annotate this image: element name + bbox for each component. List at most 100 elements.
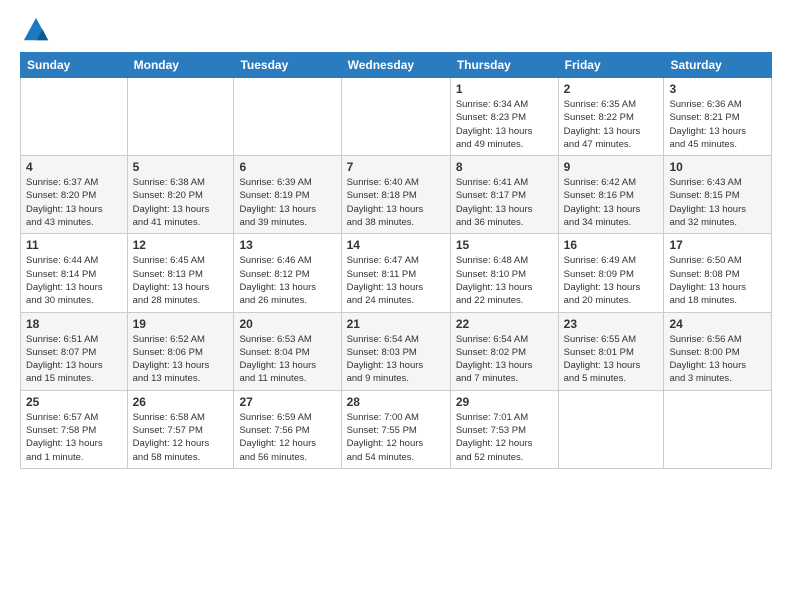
day-number: 3 <box>669 82 766 96</box>
day-number: 5 <box>133 160 229 174</box>
weekday-header: Saturday <box>664 53 772 78</box>
calendar-cell <box>21 78 128 156</box>
calendar-cell: 9 Sunrise: 6:42 AM Sunset: 8:16 PM Daylig… <box>558 156 664 234</box>
day-info: Sunrise: 6:42 AM Sunset: 8:16 PM Dayligh… <box>564 176 659 229</box>
calendar-cell: 14 Sunrise: 6:47 AM Sunset: 8:11 PM Dayli… <box>341 234 450 312</box>
calendar-cell: 25Sunrise: 6:57 AM Sunset: 7:58 PM Dayli… <box>21 390 128 468</box>
day-number: 9 <box>564 160 659 174</box>
day-number: 14 <box>347 238 445 252</box>
day-number: 21 <box>347 317 445 331</box>
calendar-cell: 5 Sunrise: 6:38 AM Sunset: 8:20 PM Daylig… <box>127 156 234 234</box>
day-info: Sunrise: 6:48 AM Sunset: 8:10 PM Dayligh… <box>456 254 553 307</box>
calendar-cell: 16 Sunrise: 6:49 AM Sunset: 8:09 PM Dayli… <box>558 234 664 312</box>
day-info: Sunrise: 6:47 AM Sunset: 8:11 PM Dayligh… <box>347 254 445 307</box>
day-number: 12 <box>133 238 229 252</box>
day-info: Sunrise: 6:36 AM Sunset: 8:21 PM Dayligh… <box>669 98 766 151</box>
calendar-cell: 15 Sunrise: 6:48 AM Sunset: 8:10 PM Dayli… <box>450 234 558 312</box>
logo-icon <box>22 16 50 44</box>
calendar-cell: 21 Sunrise: 6:54 AM Sunset: 8:03 PM Dayli… <box>341 312 450 390</box>
day-info: Sunrise: 6:49 AM Sunset: 8:09 PM Dayligh… <box>564 254 659 307</box>
day-number: 15 <box>456 238 553 252</box>
day-info: Sunrise: 6:35 AM Sunset: 8:22 PM Dayligh… <box>564 98 659 151</box>
calendar-cell: 1 Sunrise: 6:34 AM Sunset: 8:23 PM Daylig… <box>450 78 558 156</box>
day-info: Sunrise: 6:38 AM Sunset: 8:20 PM Dayligh… <box>133 176 229 229</box>
calendar-cell <box>127 78 234 156</box>
day-number: 20 <box>239 317 335 331</box>
weekday-header: Wednesday <box>341 53 450 78</box>
calendar-cell: 6 Sunrise: 6:39 AM Sunset: 8:19 PM Daylig… <box>234 156 341 234</box>
weekday-header: Monday <box>127 53 234 78</box>
day-number: 24 <box>669 317 766 331</box>
calendar-cell: 17 Sunrise: 6:50 AM Sunset: 8:08 PM Dayli… <box>664 234 772 312</box>
day-info: Sunrise: 6:41 AM Sunset: 8:17 PM Dayligh… <box>456 176 553 229</box>
calendar-cell: 10 Sunrise: 6:43 AM Sunset: 8:15 PM Dayli… <box>664 156 772 234</box>
day-info: Sunrise: 6:58 AM Sunset: 7:57 PM Dayligh… <box>133 411 229 464</box>
day-number: 26 <box>133 395 229 409</box>
calendar-cell: 7 Sunrise: 6:40 AM Sunset: 8:18 PM Daylig… <box>341 156 450 234</box>
weekday-header: Sunday <box>21 53 128 78</box>
day-info: Sunrise: 6:52 AM Sunset: 8:06 PM Dayligh… <box>133 333 229 386</box>
calendar-cell: 24 Sunrise: 6:56 AM Sunset: 8:00 PM Dayli… <box>664 312 772 390</box>
day-number: 22 <box>456 317 553 331</box>
calendar-cell: 28Sunrise: 7:00 AM Sunset: 7:55 PM Dayli… <box>341 390 450 468</box>
day-number: 7 <box>347 160 445 174</box>
weekday-header: Friday <box>558 53 664 78</box>
weekday-header: Tuesday <box>234 53 341 78</box>
calendar-cell: 8 Sunrise: 6:41 AM Sunset: 8:17 PM Daylig… <box>450 156 558 234</box>
day-number: 13 <box>239 238 335 252</box>
calendar-cell: 2 Sunrise: 6:35 AM Sunset: 8:22 PM Daylig… <box>558 78 664 156</box>
calendar-cell: 29 Sunrise: 7:01 AM Sunset: 7:53 PM Dayli… <box>450 390 558 468</box>
day-info: Sunrise: 6:37 AM Sunset: 8:20 PM Dayligh… <box>26 176 122 229</box>
day-info: Sunrise: 6:46 AM Sunset: 8:12 PM Dayligh… <box>239 254 335 307</box>
day-info: Sunrise: 6:40 AM Sunset: 8:18 PM Dayligh… <box>347 176 445 229</box>
day-info: Sunrise: 6:44 AM Sunset: 8:14 PM Dayligh… <box>26 254 122 307</box>
calendar-cell: 26 Sunrise: 6:58 AM Sunset: 7:57 PM Dayli… <box>127 390 234 468</box>
calendar-week-row: 11 Sunrise: 6:44 AM Sunset: 8:14 PM Dayli… <box>21 234 772 312</box>
day-info: Sunrise: 6:53 AM Sunset: 8:04 PM Dayligh… <box>239 333 335 386</box>
calendar-cell <box>234 78 341 156</box>
day-number: 2 <box>564 82 659 96</box>
day-number: 1 <box>456 82 553 96</box>
day-info: Sunrise: 6:43 AM Sunset: 8:15 PM Dayligh… <box>669 176 766 229</box>
day-info: Sunrise: 7:00 AM Sunset: 7:55 PM Dayligh… <box>347 411 445 464</box>
day-number: 11 <box>26 238 122 252</box>
day-number: 23 <box>564 317 659 331</box>
calendar-body: 1 Sunrise: 6:34 AM Sunset: 8:23 PM Daylig… <box>21 78 772 469</box>
day-info: Sunrise: 6:50 AM Sunset: 8:08 PM Dayligh… <box>669 254 766 307</box>
day-number: 18 <box>26 317 122 331</box>
day-number: 6 <box>239 160 335 174</box>
calendar-cell: 22 Sunrise: 6:54 AM Sunset: 8:02 PM Dayli… <box>450 312 558 390</box>
weekday-header: Thursday <box>450 53 558 78</box>
day-info: Sunrise: 7:01 AM Sunset: 7:53 PM Dayligh… <box>456 411 553 464</box>
calendar-week-row: 1 Sunrise: 6:34 AM Sunset: 8:23 PM Daylig… <box>21 78 772 156</box>
day-number: 29 <box>456 395 553 409</box>
calendar-cell: 27 Sunrise: 6:59 AM Sunset: 7:56 PM Dayli… <box>234 390 341 468</box>
calendar-cell: 18 Sunrise: 6:51 AM Sunset: 8:07 PM Dayli… <box>21 312 128 390</box>
day-info: Sunrise: 6:39 AM Sunset: 8:19 PM Dayligh… <box>239 176 335 229</box>
day-info: Sunrise: 6:54 AM Sunset: 8:02 PM Dayligh… <box>456 333 553 386</box>
day-number: 25 <box>26 395 122 409</box>
day-info: Sunrise: 6:59 AM Sunset: 7:56 PM Dayligh… <box>239 411 335 464</box>
calendar-cell: 12 Sunrise: 6:45 AM Sunset: 8:13 PM Dayli… <box>127 234 234 312</box>
calendar-week-row: 4Sunrise: 6:37 AM Sunset: 8:20 PM Daylig… <box>21 156 772 234</box>
calendar-cell: 20 Sunrise: 6:53 AM Sunset: 8:04 PM Dayli… <box>234 312 341 390</box>
calendar-cell: 11 Sunrise: 6:44 AM Sunset: 8:14 PM Dayli… <box>21 234 128 312</box>
day-number: 8 <box>456 160 553 174</box>
day-number: 16 <box>564 238 659 252</box>
calendar-cell <box>664 390 772 468</box>
day-info: Sunrise: 6:51 AM Sunset: 8:07 PM Dayligh… <box>26 333 122 386</box>
day-number: 27 <box>239 395 335 409</box>
day-number: 10 <box>669 160 766 174</box>
day-info: Sunrise: 6:45 AM Sunset: 8:13 PM Dayligh… <box>133 254 229 307</box>
day-info: Sunrise: 6:54 AM Sunset: 8:03 PM Dayligh… <box>347 333 445 386</box>
header <box>20 16 772 44</box>
day-info: Sunrise: 6:34 AM Sunset: 8:23 PM Dayligh… <box>456 98 553 151</box>
day-number: 17 <box>669 238 766 252</box>
day-info: Sunrise: 6:56 AM Sunset: 8:00 PM Dayligh… <box>669 333 766 386</box>
day-number: 19 <box>133 317 229 331</box>
calendar-cell <box>558 390 664 468</box>
logo <box>20 16 50 44</box>
day-info: Sunrise: 6:55 AM Sunset: 8:01 PM Dayligh… <box>564 333 659 386</box>
calendar-week-row: 25Sunrise: 6:57 AM Sunset: 7:58 PM Dayli… <box>21 390 772 468</box>
calendar-cell: 19 Sunrise: 6:52 AM Sunset: 8:06 PM Dayli… <box>127 312 234 390</box>
